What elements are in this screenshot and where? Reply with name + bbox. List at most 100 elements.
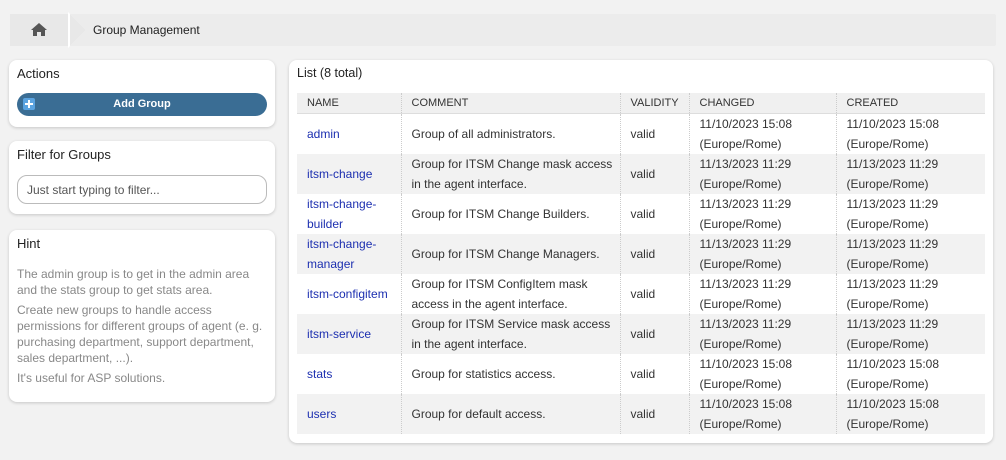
group-changed: 11/10/2023 15:08 (Europe/Rome) xyxy=(699,396,793,431)
group-validity: valid xyxy=(630,166,656,181)
cell-validity: valid xyxy=(620,153,690,194)
column-header-changed[interactable]: CHANGED xyxy=(689,93,837,114)
cell-validity: valid xyxy=(620,353,690,394)
group-validity: valid xyxy=(630,366,656,381)
cell-name: itsm-change-manager xyxy=(297,233,402,274)
column-header-comment[interactable]: COMMENT xyxy=(401,93,621,114)
cell-created: 11/13/2023 11:29 (Europe/Rome) xyxy=(836,313,985,354)
cell-comment: Group for statistics access. xyxy=(401,353,621,394)
group-comment: Group for statistics access. xyxy=(411,366,556,381)
list-title: List (8 total) xyxy=(297,66,363,80)
hint-panel: Hint The admin group is to get in the ad… xyxy=(9,230,275,402)
breadcrumb-separator-fill xyxy=(70,14,86,46)
group-validity: valid xyxy=(630,126,656,141)
group-name-link[interactable]: itsm-change-builder xyxy=(307,197,376,231)
actions-title: Actions xyxy=(17,66,60,81)
group-name-link[interactable]: itsm-configitem xyxy=(307,287,388,301)
cell-name: itsm-service xyxy=(297,313,402,354)
table-row[interactable]: itsm-change Group for ITSM Change mask ac… xyxy=(297,153,985,194)
cell-changed: 11/10/2023 15:08 (Europe/Rome) xyxy=(689,113,837,154)
hint-title: Hint xyxy=(17,236,41,251)
group-created: 11/13/2023 11:29 (Europe/Rome) xyxy=(846,316,939,351)
table-row[interactable]: stats Group for statistics access. valid 11… xyxy=(297,353,985,394)
filter-title: Filter for Groups xyxy=(17,147,111,162)
cell-changed: 11/13/2023 11:29 (Europe/Rome) xyxy=(689,153,837,194)
group-list-panel: List (8 total) NAME COMMENT VALIDITY CHA… xyxy=(289,60,993,443)
add-group-button[interactable]: Add Group xyxy=(17,93,267,116)
table-row[interactable]: itsm-change-builder Group for ITSM Change… xyxy=(297,193,985,234)
group-comment: Group of all administrators. xyxy=(411,126,556,141)
group-changed: 11/13/2023 11:29 (Europe/Rome) xyxy=(699,156,792,191)
group-comment: Group for ITSM Change Managers. xyxy=(411,246,600,261)
group-changed: 11/13/2023 11:29 (Europe/Rome) xyxy=(699,276,792,311)
cell-changed: 11/10/2023 15:08 (Europe/Rome) xyxy=(689,353,837,394)
group-changed: 11/13/2023 11:29 (Europe/Rome) xyxy=(699,196,792,231)
group-validity: valid xyxy=(630,246,656,261)
cell-created: 11/13/2023 11:29 (Europe/Rome) xyxy=(836,233,985,274)
table-row[interactable]: users Group for default access. valid 11/10… xyxy=(297,393,985,434)
table-row[interactable]: itsm-configitem Group for ITSM ConfigItem… xyxy=(297,273,985,314)
table-row[interactable]: admin Group of all administrators. valid 11… xyxy=(297,113,985,154)
cell-validity: valid xyxy=(620,233,690,274)
group-validity: valid xyxy=(630,406,656,421)
cell-name: itsm-configitem xyxy=(297,273,402,314)
hint-paragraph: The admin group is to get in the admin a… xyxy=(17,267,250,297)
group-validity: valid xyxy=(630,206,656,221)
group-validity: valid xyxy=(630,326,656,341)
cell-name: itsm-change xyxy=(297,153,402,194)
home-icon xyxy=(31,23,47,36)
group-created: 11/10/2023 15:08 (Europe/Rome) xyxy=(846,396,940,431)
cell-changed: 11/10/2023 15:08 (Europe/Rome) xyxy=(689,393,837,434)
group-name-link[interactable]: itsm-change-manager xyxy=(307,237,376,271)
table-row[interactable]: itsm-change-manager Group for ITSM Change… xyxy=(297,233,985,274)
hint-body: The admin group is to get in the admin a… xyxy=(17,266,267,390)
group-created: 11/13/2023 11:29 (Europe/Rome) xyxy=(846,156,939,191)
group-comment: Group for ITSM Service mask access in th… xyxy=(411,316,611,351)
breadcrumb-home[interactable] xyxy=(10,14,70,46)
group-created: 11/10/2023 15:08 (Europe/Rome) xyxy=(846,356,940,391)
cell-validity: valid xyxy=(620,273,690,314)
cell-comment: Group for ITSM Service mask access in th… xyxy=(401,313,621,354)
cell-name: admin xyxy=(297,113,402,154)
plus-square-icon xyxy=(23,98,35,110)
cell-comment: Group for ITSM ConfigItem mask access in… xyxy=(401,273,621,314)
cell-comment: Group for ITSM Change Managers. xyxy=(401,233,621,274)
cell-comment: Group of all administrators. xyxy=(401,113,621,154)
cell-created: 11/10/2023 15:08 (Europe/Rome) xyxy=(836,393,985,434)
hint-paragraph: Create new groups to handle access permi… xyxy=(17,303,263,365)
cell-created: 11/13/2023 11:29 (Europe/Rome) xyxy=(836,273,985,314)
table-row[interactable]: itsm-service Group for ITSM Service mask … xyxy=(297,313,985,354)
breadcrumb-current: Group Management xyxy=(93,23,200,37)
cell-comment: Group for default access. xyxy=(401,393,621,434)
group-changed: 11/10/2023 15:08 (Europe/Rome) xyxy=(699,116,793,151)
group-comment: Group for ITSM ConfigItem mask access in… xyxy=(411,276,588,311)
actions-panel: Actions Add Group xyxy=(9,60,275,127)
group-created: 11/13/2023 11:29 (Europe/Rome) xyxy=(846,196,939,231)
cell-validity: valid xyxy=(620,193,690,234)
group-name-link[interactable]: itsm-service xyxy=(307,327,371,341)
group-created: 11/13/2023 11:29 (Europe/Rome) xyxy=(846,276,939,311)
group-name-link[interactable]: stats xyxy=(307,367,332,381)
cell-name: stats xyxy=(297,353,402,394)
cell-changed: 11/13/2023 11:29 (Europe/Rome) xyxy=(689,273,837,314)
group-name-link[interactable]: itsm-change xyxy=(307,167,372,181)
group-table: NAME COMMENT VALIDITY CHANGED CREATED ad… xyxy=(297,93,985,434)
breadcrumb: Group Management xyxy=(10,12,996,48)
group-changed: 11/10/2023 15:08 (Europe/Rome) xyxy=(699,356,793,391)
filter-input[interactable] xyxy=(17,175,267,204)
group-comment: Group for ITSM Change Builders. xyxy=(411,206,590,221)
group-changed: 11/13/2023 11:29 (Europe/Rome) xyxy=(699,236,792,271)
group-name-link[interactable]: admin xyxy=(307,127,340,141)
group-validity: valid xyxy=(630,286,656,301)
column-header-name[interactable]: NAME xyxy=(297,93,402,114)
cell-name: users xyxy=(297,393,402,434)
cell-changed: 11/13/2023 11:29 (Europe/Rome) xyxy=(689,233,837,274)
group-created: 11/10/2023 15:08 (Europe/Rome) xyxy=(846,116,940,151)
group-name-link[interactable]: users xyxy=(307,407,336,421)
column-header-created[interactable]: CREATED xyxy=(836,93,985,114)
add-group-label: Add Group xyxy=(113,98,171,110)
cell-validity: valid xyxy=(620,113,690,154)
cell-created: 11/10/2023 15:08 (Europe/Rome) xyxy=(836,353,985,394)
column-header-validity[interactable]: VALIDITY xyxy=(620,93,690,114)
hint-paragraph: It's useful for ASP solutions. xyxy=(17,371,166,385)
